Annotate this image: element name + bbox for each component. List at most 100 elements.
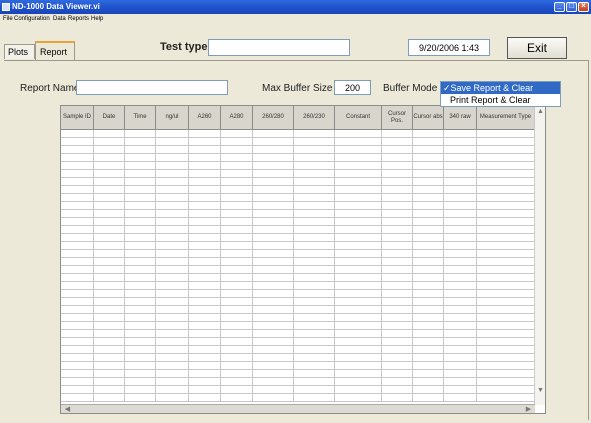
menu-configuration[interactable]: Configuration xyxy=(14,14,50,25)
table-cell[interactable] xyxy=(382,266,413,274)
table-cell[interactable] xyxy=(61,322,94,330)
table-cell[interactable] xyxy=(221,282,253,290)
table-cell[interactable] xyxy=(253,258,294,266)
table-cell[interactable] xyxy=(382,378,413,386)
table-cell[interactable] xyxy=(94,394,125,402)
table-cell[interactable] xyxy=(444,298,477,306)
table-cell[interactable] xyxy=(125,322,156,330)
table-cell[interactable] xyxy=(94,378,125,386)
table-cell[interactable] xyxy=(61,274,94,282)
option-print-report-clear[interactable]: Print Report & Clear xyxy=(441,94,560,106)
table-row[interactable] xyxy=(61,162,535,170)
table-cell[interactable] xyxy=(221,162,253,170)
table-cell[interactable] xyxy=(156,274,189,282)
table-cell[interactable] xyxy=(477,202,535,210)
table-cell[interactable] xyxy=(61,130,94,138)
table-cell[interactable] xyxy=(253,274,294,282)
table-cell[interactable] xyxy=(221,210,253,218)
table-cell[interactable] xyxy=(413,226,444,234)
table-cell[interactable] xyxy=(294,242,335,250)
table-cell[interactable] xyxy=(94,266,125,274)
table-cell[interactable] xyxy=(125,338,156,346)
table-cell[interactable] xyxy=(382,386,413,394)
table-cell[interactable] xyxy=(444,322,477,330)
table-cell[interactable] xyxy=(61,234,94,242)
tab-plots[interactable]: Plots xyxy=(4,44,35,59)
table-cell[interactable] xyxy=(253,362,294,370)
table-cell[interactable] xyxy=(61,194,94,202)
table-cell[interactable] xyxy=(335,194,382,202)
table-cell[interactable] xyxy=(444,362,477,370)
table-cell[interactable] xyxy=(221,322,253,330)
table-cell[interactable] xyxy=(125,146,156,154)
table-cell[interactable] xyxy=(189,394,221,402)
table-row[interactable] xyxy=(61,146,535,154)
table-cell[interactable] xyxy=(413,210,444,218)
report-name-input[interactable] xyxy=(76,80,228,95)
table-cell[interactable] xyxy=(253,386,294,394)
table-cell[interactable] xyxy=(335,250,382,258)
table-cell[interactable] xyxy=(221,154,253,162)
table-cell[interactable] xyxy=(335,362,382,370)
table-cell[interactable] xyxy=(477,234,535,242)
table-cell[interactable] xyxy=(477,162,535,170)
table-cell[interactable] xyxy=(125,202,156,210)
table-cell[interactable] xyxy=(189,250,221,258)
table-cell[interactable] xyxy=(382,362,413,370)
table-cell[interactable] xyxy=(294,210,335,218)
table-cell[interactable] xyxy=(94,210,125,218)
test-type-field[interactable] xyxy=(208,39,350,56)
table-cell[interactable] xyxy=(413,346,444,354)
table-cell[interactable] xyxy=(294,298,335,306)
table-cell[interactable] xyxy=(335,210,382,218)
table-cell[interactable] xyxy=(382,130,413,138)
table-cell[interactable] xyxy=(61,338,94,346)
table-cell[interactable] xyxy=(335,306,382,314)
table-cell[interactable] xyxy=(253,186,294,194)
table-cell[interactable] xyxy=(477,242,535,250)
table-cell[interactable] xyxy=(382,186,413,194)
table-cell[interactable] xyxy=(382,274,413,282)
table-cell[interactable] xyxy=(413,258,444,266)
table-cell[interactable] xyxy=(94,170,125,178)
table-cell[interactable] xyxy=(477,314,535,322)
table-cell[interactable] xyxy=(294,170,335,178)
table-cell[interactable] xyxy=(156,250,189,258)
table-cell[interactable] xyxy=(189,338,221,346)
table-row[interactable] xyxy=(61,314,535,322)
table-row[interactable] xyxy=(61,306,535,314)
table-cell[interactable] xyxy=(156,298,189,306)
table-cell[interactable] xyxy=(61,362,94,370)
table-cell[interactable] xyxy=(156,282,189,290)
table-row[interactable] xyxy=(61,130,535,138)
table-cell[interactable] xyxy=(444,146,477,154)
table-cell[interactable] xyxy=(444,290,477,298)
table-row[interactable] xyxy=(61,234,535,242)
table-cell[interactable] xyxy=(253,266,294,274)
table-cell[interactable] xyxy=(444,394,477,402)
table-cell[interactable] xyxy=(125,138,156,146)
table-cell[interactable] xyxy=(382,314,413,322)
table-row[interactable] xyxy=(61,178,535,186)
table-cell[interactable] xyxy=(221,130,253,138)
table-cell[interactable] xyxy=(335,370,382,378)
table-cell[interactable] xyxy=(221,378,253,386)
table-cell[interactable] xyxy=(61,202,94,210)
table-cell[interactable] xyxy=(94,130,125,138)
table-cell[interactable] xyxy=(156,178,189,186)
table-cell[interactable] xyxy=(382,138,413,146)
table-cell[interactable] xyxy=(253,394,294,402)
table-cell[interactable] xyxy=(125,298,156,306)
table-cell[interactable] xyxy=(413,378,444,386)
table-cell[interactable] xyxy=(125,354,156,362)
table-cell[interactable] xyxy=(253,130,294,138)
table-cell[interactable] xyxy=(125,194,156,202)
table-row[interactable] xyxy=(61,354,535,362)
table-cell[interactable] xyxy=(444,202,477,210)
table-cell[interactable] xyxy=(413,154,444,162)
table-cell[interactable] xyxy=(382,282,413,290)
table-cell[interactable] xyxy=(156,314,189,322)
table-cell[interactable] xyxy=(294,218,335,226)
table-row[interactable] xyxy=(61,258,535,266)
table-cell[interactable] xyxy=(335,218,382,226)
